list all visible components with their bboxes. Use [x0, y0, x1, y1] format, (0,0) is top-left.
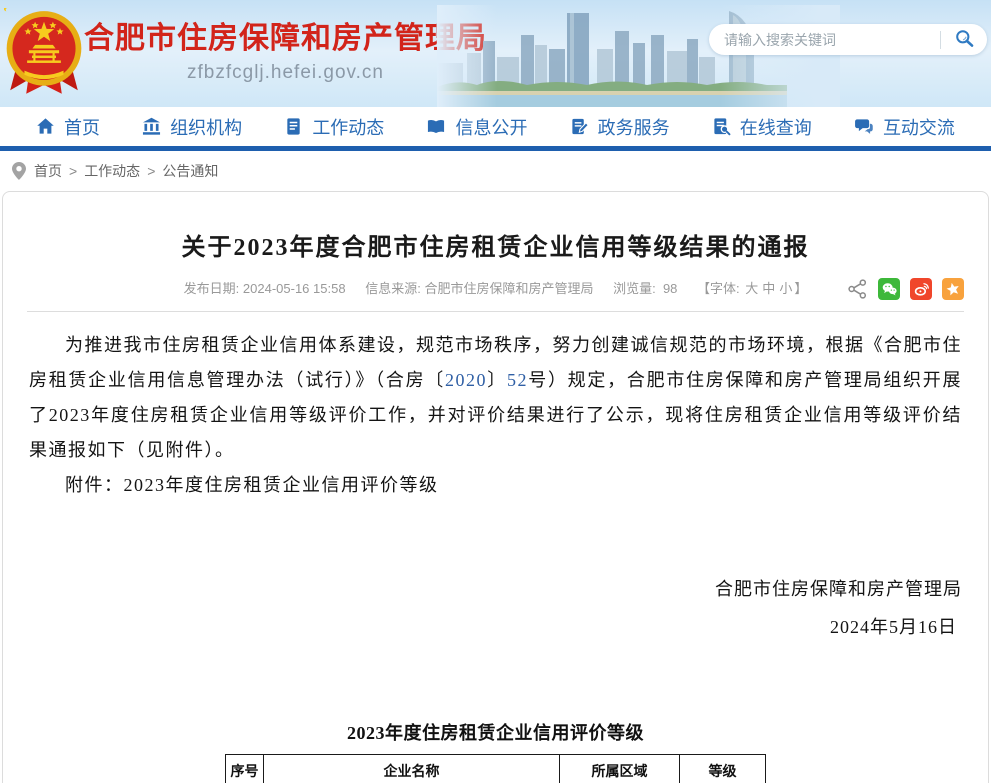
national-emblem-logo — [4, 8, 84, 96]
signature-org: 合肥市住房保障和房产管理局 — [3, 575, 962, 601]
article-container: 关于2023年度合肥市住房租赁企业信用等级结果的通报 发布日期: 2024-05… — [2, 191, 989, 783]
pen-document-icon — [570, 117, 589, 136]
wechat-icon[interactable] — [878, 278, 900, 300]
table-header-cell: 所属区域 — [560, 755, 680, 783]
search-icon — [954, 28, 975, 52]
font-size-option-中[interactable]: 中 — [762, 281, 775, 296]
article-meta: 发布日期: 2024-05-16 15:58 信息来源: 合肥市住房保障和房产管… — [3, 277, 988, 301]
chat-icon — [854, 117, 874, 136]
nav-item-label: 在线查询 — [740, 114, 812, 140]
site-identity: 合肥市住房保障和房产管理局 zfbzfcglj.hefei.gov.cn — [84, 13, 487, 84]
nav-item-label: 互动交流 — [883, 114, 955, 140]
breadcrumb-link[interactable]: 公告通知 — [162, 163, 218, 179]
nav-item-label: 信息公开 — [455, 114, 527, 140]
breadcrumb-link[interactable]: 工作动态 — [84, 163, 140, 179]
document-search-icon — [712, 117, 731, 136]
star-icon[interactable] — [942, 278, 964, 300]
nav-item-label: 组织机构 — [170, 114, 242, 140]
signature-date: 2024年5月16日 — [3, 613, 962, 639]
breadcrumb: 首页 > 工作动态 > 公告通知 — [0, 151, 991, 191]
site-url: zfbzfcglj.hefei.gov.cn — [84, 62, 487, 84]
article-paragraph: 为推进我市住房租赁企业信用体系建设，规范市场秩序，努力创建诚信规范的市场环境，根… — [29, 328, 962, 468]
attachment-link[interactable]: 附件：2023年度住房租赁企业信用评价等级 — [29, 468, 962, 503]
credit-rating-table: 序号企业名称所属区域等级 1合肥市住房租赁发展股份有限公司蜀山区AAA — [225, 754, 766, 783]
breadcrumb-items: 首页 > 工作动态 > 公告通知 — [34, 161, 218, 181]
site-header: 合肥市住房保障和房产管理局 zfbzfcglj.hefei.gov.cn — [0, 0, 991, 107]
attachment-section: 2023年度住房租赁企业信用评价等级 序号企业名称所属区域等级 1合肥市住房租赁… — [3, 719, 988, 783]
table-header-row: 序号企业名称所属区域等级 — [226, 755, 766, 783]
share-icon[interactable] — [847, 278, 868, 300]
main-nav: 首页 组织机构 工作动态 信息公开 政务服务 在线查询 互动交流 — [0, 107, 991, 151]
breadcrumb-separator: > — [147, 163, 155, 179]
breadcrumb-link[interactable]: 首页 — [34, 163, 62, 179]
skyline-fade-right — [720, 5, 840, 107]
location-pin-icon — [12, 162, 26, 180]
share-bar — [847, 278, 964, 300]
home-icon — [36, 117, 55, 136]
table-header-cell: 序号 — [226, 755, 264, 783]
nav-item-interact[interactable]: 互动交流 — [854, 114, 955, 140]
breadcrumb-separator: > — [69, 163, 77, 179]
publish-date: 发布日期: 2024-05-16 15:58 — [184, 281, 346, 296]
nav-item-query[interactable]: 在线查询 — [712, 114, 812, 140]
font-size-control: 【字体: 大中小】 — [697, 281, 807, 296]
info-source: 信息来源: 合肥市住房保障和房产管理局 — [365, 281, 593, 296]
article-title: 关于2023年度合肥市住房租赁企业信用等级结果的通报 — [3, 227, 988, 262]
document-icon — [284, 117, 303, 136]
search-button[interactable] — [941, 24, 987, 55]
search-box — [709, 24, 987, 55]
site-title: 合肥市住房保障和房产管理局 — [84, 13, 487, 57]
nav-item-service[interactable]: 政务服务 — [570, 114, 670, 140]
search-input[interactable] — [709, 32, 940, 48]
nav-item-label: 工作动态 — [312, 114, 384, 140]
nav-item-home[interactable]: 首页 — [36, 114, 100, 140]
table-header-cell: 企业名称 — [264, 755, 560, 783]
nav-item-news[interactable]: 工作动态 — [284, 114, 384, 140]
signature-block: 合肥市住房保障和房产管理局 2024年5月16日 — [3, 575, 988, 639]
bank-icon — [142, 117, 161, 136]
nav-item-label: 首页 — [64, 114, 100, 140]
attachment-table-title: 2023年度住房租赁企业信用评价等级 — [3, 719, 988, 745]
article-body: 为推进我市住房租赁企业信用体系建设，规范市场秩序，努力创建诚信规范的市场环境，根… — [3, 312, 988, 503]
font-size-option-大[interactable]: 大 — [745, 281, 758, 296]
weibo-icon[interactable] — [910, 278, 932, 300]
view-count: 浏览量: 98 — [613, 281, 677, 296]
font-size-option-小[interactable]: 小 — [779, 281, 792, 296]
nav-item-org[interactable]: 组织机构 — [142, 114, 242, 140]
table-header-cell: 等级 — [680, 755, 766, 783]
nav-item-label: 政务服务 — [598, 114, 670, 140]
nav-item-info[interactable]: 信息公开 — [426, 114, 527, 140]
skyline-fade-left — [437, 5, 497, 107]
book-icon — [426, 117, 446, 136]
